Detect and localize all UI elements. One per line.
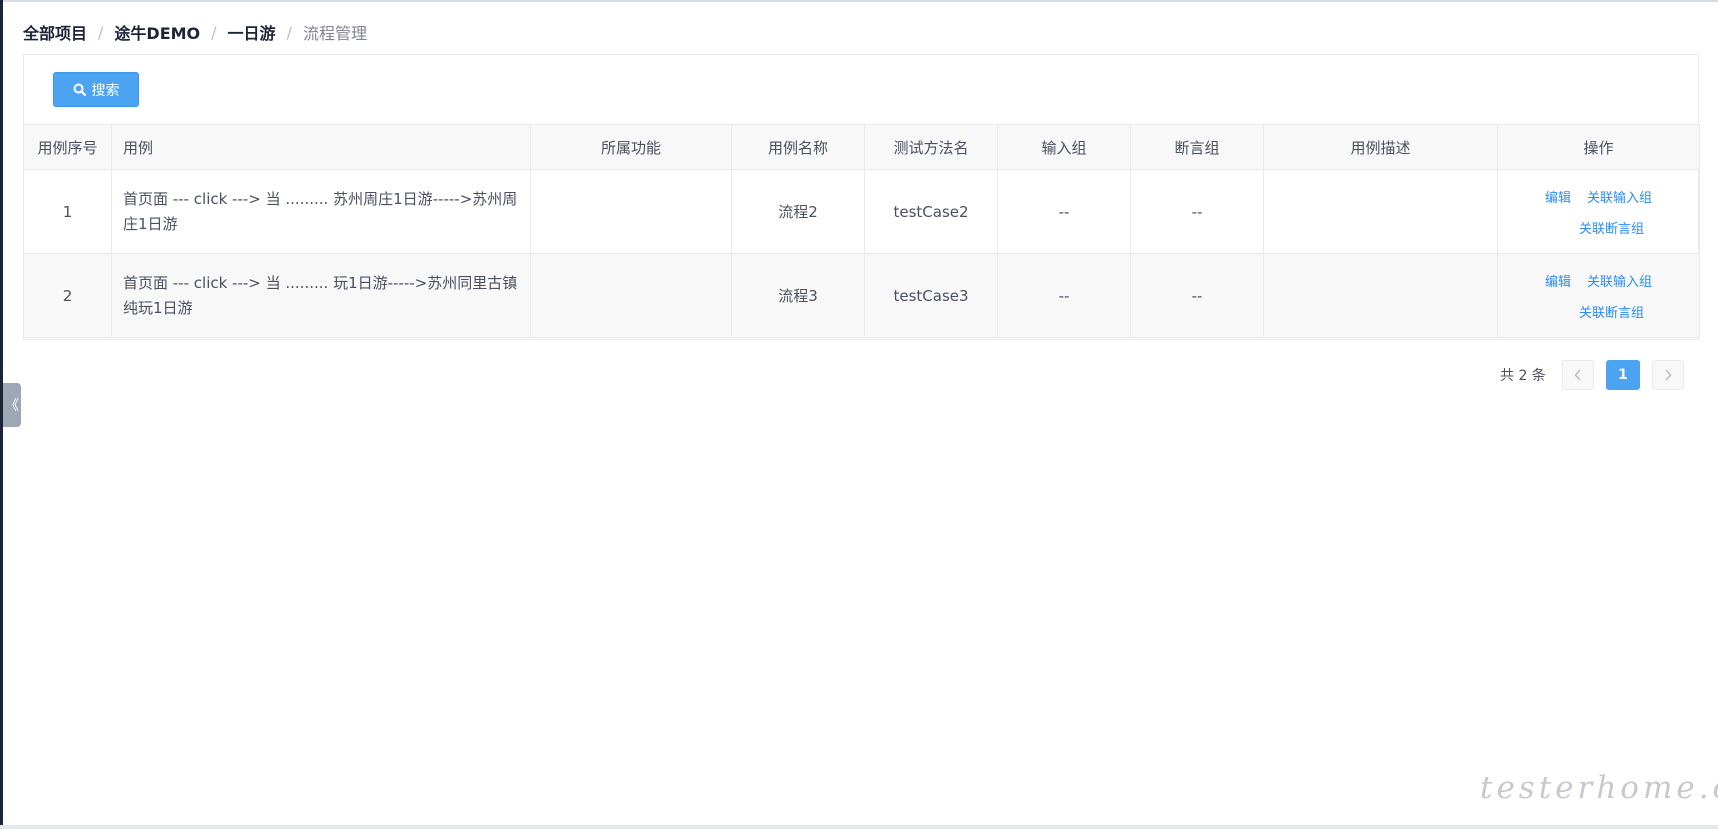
cell-method: testCase3 bbox=[864, 253, 998, 338]
cell-function bbox=[530, 253, 732, 338]
cell-assert-group: -- bbox=[1130, 169, 1264, 254]
cell-actions: 编辑 关联输入组 关联断言组 bbox=[1497, 253, 1700, 338]
link-input-group-link[interactable]: 关联输入组 bbox=[1587, 191, 1652, 206]
pagination-total: 共 2 条 bbox=[1500, 368, 1546, 384]
cell-assert-group: -- bbox=[1130, 253, 1264, 338]
prev-page-button[interactable] bbox=[1561, 360, 1594, 390]
edit-link[interactable]: 编辑 bbox=[1545, 191, 1571, 206]
search-icon bbox=[73, 83, 86, 96]
col-header-actions: 操作 bbox=[1497, 124, 1700, 170]
cell-case: 首页面 --- click ---> 当 ......... 玩1日游-----… bbox=[111, 253, 531, 338]
link-assert-group-link[interactable]: 关联断言组 bbox=[1579, 306, 1644, 321]
col-header-input-group: 输入组 bbox=[997, 124, 1131, 170]
edit-link[interactable]: 编辑 bbox=[1545, 275, 1571, 290]
breadcrumb-item-all-projects[interactable]: 全部项目 bbox=[23, 20, 87, 44]
link-input-group-link[interactable]: 关联输入组 bbox=[1587, 275, 1652, 290]
sidebar-collapse-toggle[interactable]: 《 bbox=[3, 383, 21, 427]
cell-index: 1 bbox=[23, 169, 112, 254]
cell-case-name: 流程3 bbox=[731, 253, 865, 338]
col-header-case: 用例 bbox=[111, 124, 531, 170]
col-header-method: 测试方法名 bbox=[864, 124, 998, 170]
actions-line: 关联断言组 bbox=[1506, 302, 1691, 321]
cell-input-group: -- bbox=[997, 169, 1131, 254]
table-row: 1 首页面 --- click ---> 当 ......... 苏州周庄1日游… bbox=[23, 169, 1700, 254]
cell-actions: 编辑 关联输入组 关联断言组 bbox=[1497, 169, 1700, 254]
cell-description bbox=[1263, 253, 1498, 338]
col-header-index: 用例序号 bbox=[23, 124, 112, 170]
breadcrumb-separator: / bbox=[98, 22, 104, 42]
cell-function bbox=[530, 169, 732, 254]
case-table: 用例序号 用例 所属功能 用例名称 测试方法名 输入组 断言组 用例描述 操作 … bbox=[23, 124, 1700, 338]
breadcrumb-separator: / bbox=[286, 22, 292, 42]
actions-line: 编辑 关联输入组 bbox=[1506, 187, 1691, 206]
next-page-button[interactable] bbox=[1651, 360, 1684, 390]
chevron-right-icon bbox=[1665, 369, 1672, 381]
breadcrumb: 全部项目 / 途牛DEMO / 一日游 / 流程管理 bbox=[23, 20, 367, 44]
window-top-edge bbox=[0, 0, 1718, 2]
cell-index: 2 bbox=[23, 253, 112, 338]
search-button[interactable]: 搜索 bbox=[53, 72, 139, 107]
breadcrumb-current: 流程管理 bbox=[302, 24, 367, 43]
cell-case-name: 流程2 bbox=[731, 169, 865, 254]
chevron-left-icon bbox=[1574, 369, 1581, 381]
window-bottom-edge bbox=[0, 825, 1718, 829]
link-assert-group-link[interactable]: 关联断言组 bbox=[1579, 222, 1644, 237]
cell-input-group: -- bbox=[997, 253, 1131, 338]
table-header-row: 用例序号 用例 所属功能 用例名称 测试方法名 输入组 断言组 用例描述 操作 bbox=[23, 124, 1700, 170]
cell-case: 首页面 --- click ---> 当 ......... 苏州周庄1日游--… bbox=[111, 169, 531, 254]
breadcrumb-item-module[interactable]: 一日游 bbox=[228, 20, 276, 44]
double-chevron-left-icon: 《 bbox=[5, 398, 19, 414]
actions-line: 编辑 关联输入组 bbox=[1506, 271, 1691, 290]
page-1-button[interactable]: 1 bbox=[1605, 360, 1640, 390]
watermark: testerhome.com bbox=[1480, 770, 1718, 806]
col-header-case-name: 用例名称 bbox=[731, 124, 865, 170]
actions-line: 关联断言组 bbox=[1506, 218, 1691, 237]
cell-description bbox=[1263, 169, 1498, 254]
breadcrumb-separator: / bbox=[211, 22, 217, 42]
table-row: 2 首页面 --- click ---> 当 ......... 玩1日游---… bbox=[23, 253, 1700, 338]
col-header-assert-group: 断言组 bbox=[1130, 124, 1264, 170]
cell-method: testCase2 bbox=[864, 169, 998, 254]
col-header-function: 所属功能 bbox=[530, 124, 732, 170]
breadcrumb-item-project[interactable]: 途牛DEMO bbox=[114, 20, 200, 44]
search-button-label: 搜索 bbox=[91, 82, 120, 99]
pagination: 共 2 条 1 bbox=[1500, 359, 1684, 391]
col-header-description: 用例描述 bbox=[1263, 124, 1498, 170]
content-card: 搜索 用例序号 用例 所属功能 用例名称 测试方法名 输入组 断言组 用例描述 bbox=[23, 54, 1700, 340]
